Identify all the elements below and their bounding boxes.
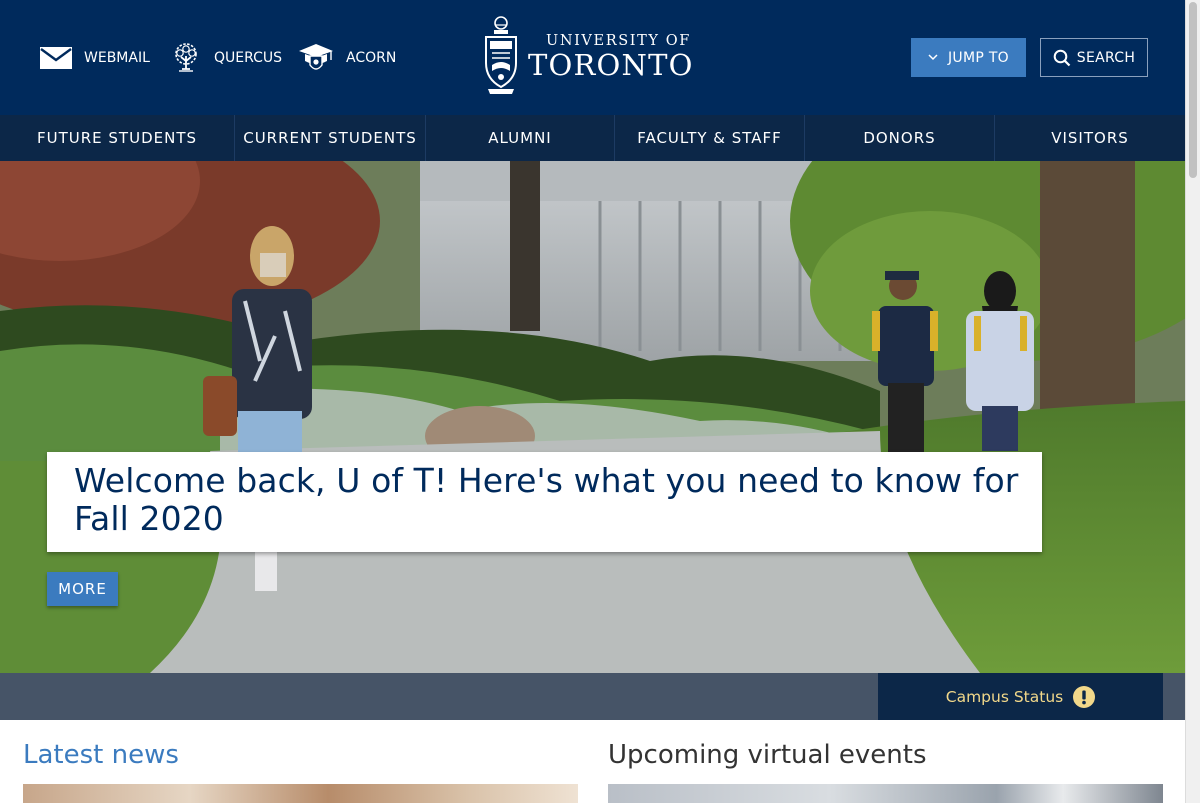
mortarboard-shield-icon bbox=[298, 42, 334, 74]
latest-news-heading[interactable]: Latest news bbox=[23, 740, 179, 770]
nav-item-alumni[interactable]: ALUMNI bbox=[426, 115, 615, 161]
hero-headline[interactable]: Welcome back, U of T! Here's what you ne… bbox=[74, 462, 1020, 538]
campus-status-label: Campus Status bbox=[945, 687, 1064, 706]
logo-line-1: UNIVERSITY OF bbox=[546, 32, 691, 49]
main-navigation: FUTURE STUDENTS CURRENT STUDENTS ALUMNI … bbox=[0, 115, 1185, 161]
news-thumbnail[interactable] bbox=[23, 784, 578, 803]
page-scrollbar[interactable] bbox=[1185, 0, 1200, 803]
event-thumbnail[interactable] bbox=[608, 784, 1163, 803]
search-icon bbox=[1053, 49, 1071, 67]
tree-icon bbox=[170, 42, 202, 74]
campus-status-button[interactable]: Campus Status bbox=[878, 673, 1163, 720]
nav-item-donors[interactable]: DONORS bbox=[805, 115, 995, 161]
nav-item-visitors[interactable]: VISITORS bbox=[995, 115, 1185, 161]
nav-item-future-students[interactable]: FUTURE STUDENTS bbox=[0, 115, 235, 161]
webmail-label: WEBMAIL bbox=[84, 50, 150, 66]
upcoming-events-heading: Upcoming virtual events bbox=[608, 740, 927, 770]
exclamation-circle-icon bbox=[1073, 685, 1096, 708]
more-button[interactable]: MORE bbox=[47, 572, 118, 606]
hero-banner: Welcome back, U of T! Here's what you ne… bbox=[0, 161, 1185, 673]
acorn-link[interactable]: ACORN bbox=[298, 40, 396, 76]
envelope-icon bbox=[40, 47, 72, 69]
jump-to-button[interactable]: JUMP TO bbox=[911, 38, 1026, 77]
hero-campus-photo bbox=[0, 161, 1185, 673]
scrollbar-thumb[interactable] bbox=[1189, 2, 1197, 178]
chevron-down-icon bbox=[928, 54, 938, 61]
nav-item-current-students[interactable]: CURRENT STUDENTS bbox=[235, 115, 426, 161]
status-strip: Campus Status bbox=[0, 673, 1185, 720]
logo-line-2: TORONTO bbox=[528, 48, 694, 83]
quercus-link[interactable]: QUERCUS bbox=[170, 40, 282, 76]
quercus-label: QUERCUS bbox=[214, 50, 283, 66]
acorn-label: ACORN bbox=[346, 50, 397, 66]
webmail-link[interactable]: WEBMAIL bbox=[40, 40, 150, 76]
logo-wordmark: UNIVERSITY OF TORONTO bbox=[528, 34, 694, 81]
hero-headline-card: Welcome back, U of T! Here's what you ne… bbox=[47, 452, 1042, 552]
search-button[interactable]: SEARCH bbox=[1040, 38, 1148, 77]
search-label: SEARCH bbox=[1076, 49, 1136, 66]
nav-item-faculty-staff[interactable]: FACULTY & STAFF bbox=[615, 115, 805, 161]
top-header: WEBMAIL QUERCUS ACORN UNIVERSITY OF TORO… bbox=[0, 0, 1185, 115]
university-logo[interactable]: UNIVERSITY OF TORONTO bbox=[484, 16, 694, 98]
jump-to-label: JUMP TO bbox=[947, 49, 1010, 66]
university-crest-icon bbox=[484, 15, 518, 99]
